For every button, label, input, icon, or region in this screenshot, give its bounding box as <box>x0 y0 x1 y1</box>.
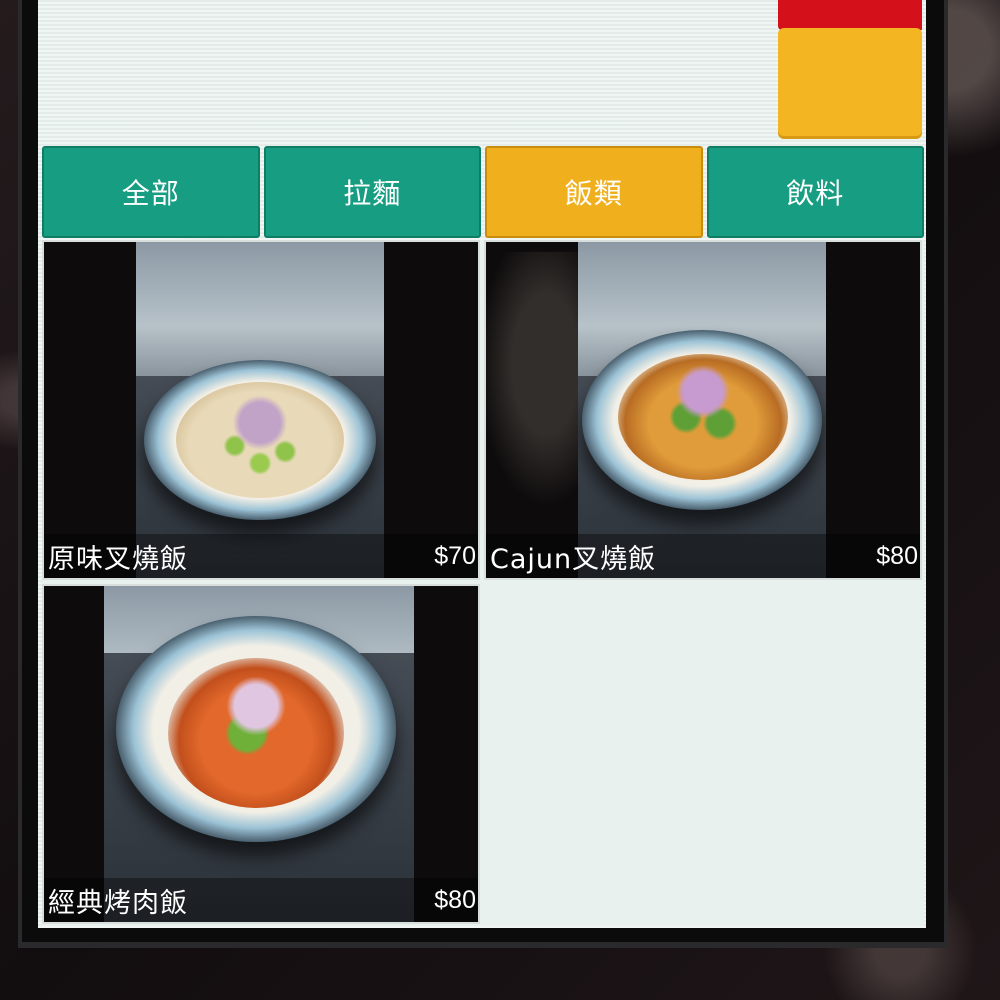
red-banner-button[interactable] <box>778 0 922 30</box>
menu-item-price: $80 <box>876 541 918 570</box>
tab-ramen[interactable]: 拉麵 <box>263 146 481 238</box>
tab-ramen-label: 拉麵 <box>343 177 402 210</box>
kiosk-screen: 全部 拉麵 飯類 飲料 原味叉燒飯 $70 Cajun叉燒飯 $80 經典烤肉飯… <box>38 0 926 928</box>
menu-item-card[interactable]: 原味叉燒飯 $70 <box>42 240 480 580</box>
menu-item-price: $80 <box>434 885 476 914</box>
header-area <box>38 0 926 146</box>
food-photo <box>136 242 384 578</box>
category-tabs: 全部 拉麵 飯類 飲料 <box>42 146 924 240</box>
tab-drinks[interactable]: 飲料 <box>706 146 924 238</box>
tab-all-label: 全部 <box>121 177 180 210</box>
food-photo <box>104 586 414 922</box>
food-photo <box>578 242 826 578</box>
menu-item-caption: 原味叉燒飯 $70 <box>44 534 478 578</box>
menu-item-card[interactable]: 經典烤肉飯 $80 <box>42 584 480 924</box>
yellow-banner-button[interactable] <box>778 28 922 136</box>
menu-item-card[interactable]: Cajun叉燒飯 $80 <box>484 240 922 580</box>
menu-item-name: 經典烤肉飯 <box>48 887 188 919</box>
empty-slot <box>484 584 922 924</box>
tab-drinks-label: 飲料 <box>786 177 845 210</box>
menu-item-caption: 經典烤肉飯 $80 <box>44 878 478 922</box>
menu-item-name: Cajun叉燒飯 <box>490 543 657 575</box>
menu-item-caption: Cajun叉燒飯 $80 <box>486 534 920 578</box>
tab-rice-label: 飯類 <box>564 177 623 210</box>
tab-all[interactable]: 全部 <box>42 146 260 238</box>
menu-grid: 原味叉燒飯 $70 Cajun叉燒飯 $80 經典烤肉飯 $80 <box>42 240 924 926</box>
tab-rice[interactable]: 飯類 <box>485 146 703 238</box>
menu-item-price: $70 <box>434 541 476 570</box>
menu-item-name: 原味叉燒飯 <box>48 543 188 575</box>
